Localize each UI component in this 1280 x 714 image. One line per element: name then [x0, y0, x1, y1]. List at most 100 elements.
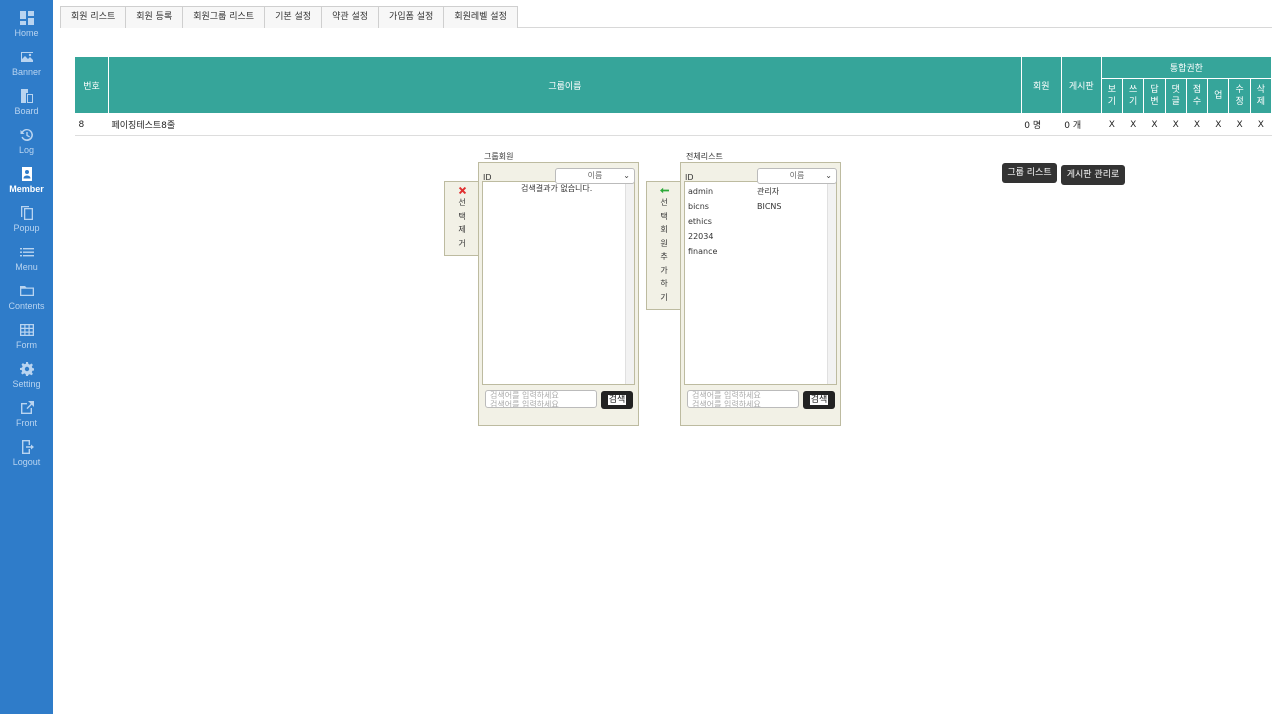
sidebar-item-log[interactable]: Log [0, 128, 53, 164]
header-permissions: 통합권한 [1100, 56, 1273, 79]
header-perm-comment: 댓글 [1164, 78, 1187, 114]
cell-group-name[interactable]: 페이징테스트8줄 [108, 113, 1022, 136]
cell-perm-comment: X [1165, 113, 1187, 136]
external-link-icon [20, 401, 34, 414]
cell-perm-edit: X [1228, 113, 1251, 136]
all-list-scrollbar[interactable] [827, 182, 836, 384]
sidebar-item-home[interactable]: Home [0, 11, 53, 47]
sidebar-item-label: Popup [13, 223, 40, 233]
sidebar-item-board[interactable]: Board [0, 89, 53, 125]
cell-board: 0 개 [1061, 113, 1102, 136]
cell-number: 8 [74, 113, 109, 136]
image-icon [20, 52, 33, 62]
sidebar-item-label: Log [18, 145, 35, 155]
list-icon [19, 248, 34, 257]
group-table: 번호 그룹이름 회원 게시판 통합권한 보기 쓰기 답변 댓글 점수 업 수정 … [74, 56, 1273, 136]
list-item-id[interactable]: 22034 [688, 232, 713, 241]
sidebar-item-label: Setting [12, 379, 41, 389]
header-perm-score: 점수 [1185, 78, 1209, 114]
sidebar-item-label: Home [14, 28, 39, 38]
sidebar-item-popup[interactable]: Popup [0, 206, 53, 242]
folder-icon [19, 286, 34, 296]
table-icon [19, 324, 34, 336]
list-item-name[interactable]: BICNS [757, 202, 782, 211]
header-perm-upload: 업 [1207, 78, 1230, 114]
list-item-id[interactable]: bicns [688, 202, 709, 211]
chevron-down-icon: ⌄ [825, 171, 832, 180]
group-members-search-button[interactable]: 검색 [601, 391, 633, 409]
add-selected-button[interactable]: 선택회원추가하기 [646, 181, 681, 310]
tab-bar: 회원 리스트 회원 등록 회원그룹 리스트 기본 설정 약관 설정 가입폼 설정… [60, 6, 518, 28]
all-list-list[interactable]: admin 관리자 bicns BICNS ethics 22034 finan… [684, 181, 837, 385]
group-members-field-select[interactable]: 이름 ⌄ [555, 168, 635, 184]
group-members-scrollbar[interactable] [625, 182, 634, 384]
all-list-title: 전체리스트 [686, 152, 723, 161]
all-list-search-input[interactable]: 검색어를 입력하세요 검색어를 입력하세요 [687, 390, 799, 408]
sidebar-item-form[interactable]: Form [0, 323, 53, 359]
select-value: 이름 [789, 171, 805, 180]
sidebar-item-label: Member [9, 184, 44, 194]
sidebar-item-member[interactable]: Member [0, 167, 53, 203]
header-perm-edit: 수정 [1228, 78, 1251, 114]
cell-perm-upload: X [1207, 113, 1229, 136]
close-icon [458, 186, 466, 195]
sidebar-item-front[interactable]: Front [0, 401, 53, 437]
sidebar-item-label: Form [16, 340, 37, 350]
tab-member-level-settings[interactable]: 회원레벨 설정 [443, 6, 518, 28]
list-item-id[interactable]: ethics [688, 217, 712, 226]
group-members-title: 그룹회원 [484, 152, 514, 161]
tab-member-register[interactable]: 회원 등록 [125, 6, 184, 28]
sidebar-item-label: Menu [15, 262, 38, 272]
sidebar: Home Banner Board Log Member Popup Menu … [0, 0, 53, 714]
group-members-panel: ID 검색결과가 없습니다. 이름 ⌄ 검색어를 입력하세요 검색어를 입력하세… [478, 162, 639, 426]
remove-selected-label: 선택제거 [458, 198, 466, 248]
header-perm-reply: 답변 [1143, 78, 1166, 114]
group-members-list[interactable]: 검색결과가 없습니다. [482, 181, 635, 385]
header-number: 번호 [74, 56, 109, 114]
header-group-name: 그룹이름 [108, 56, 1022, 114]
header-perm-write: 쓰기 [1122, 78, 1145, 114]
list-item-name[interactable]: 관리자 [757, 186, 779, 197]
board-icon [20, 89, 33, 103]
sidebar-item-label: Board [14, 106, 39, 116]
gear-icon [19, 362, 34, 376]
group-list-button[interactable]: 그룹 리스트 [1002, 163, 1057, 183]
tab-signup-form-settings[interactable]: 가입폼 설정 [378, 6, 445, 28]
tab-basic-settings[interactable]: 기본 설정 [264, 6, 323, 28]
logout-icon [21, 440, 34, 454]
cell-perm-reply: X [1143, 113, 1166, 136]
arrow-left-icon [659, 187, 669, 194]
sidebar-item-banner[interactable]: Banner [0, 50, 53, 86]
all-list-field-select[interactable]: 이름 ⌄ [757, 168, 837, 184]
sidebar-item-label: Banner [11, 67, 42, 77]
sidebar-item-logout[interactable]: Logout [0, 440, 53, 476]
cell-members: 0 명 [1021, 113, 1062, 136]
sidebar-item-setting[interactable]: Setting [0, 362, 53, 398]
empty-message: 검색결과가 없습니다. [521, 184, 593, 193]
all-list-search-button[interactable]: 검색 [803, 391, 835, 409]
cell-perm-write: X [1122, 113, 1144, 136]
add-selected-label: 선택회원추가하기 [660, 198, 668, 302]
board-manage-button[interactable]: 게시판 관리로 [1061, 165, 1125, 185]
header-perm-view: 보기 [1100, 78, 1124, 114]
tab-member-list[interactable]: 회원 리스트 [60, 6, 127, 28]
sidebar-item-label: Front [15, 418, 37, 428]
tab-terms-settings[interactable]: 약관 설정 [321, 6, 380, 28]
header-board: 게시판 [1060, 56, 1102, 114]
header-members: 회원 [1020, 56, 1062, 114]
chevron-down-icon: ⌄ [623, 171, 630, 180]
home-icon [19, 11, 34, 25]
sidebar-item-menu[interactable]: Menu [0, 245, 53, 281]
table-row[interactable]: 8 페이징테스트8줄 0 명 0 개 X X X X X X X X [74, 113, 1272, 136]
all-list-panel: ID admin 관리자 bicns BICNS ethics 22034 fi… [680, 162, 841, 426]
sidebar-item-label: Contents [8, 301, 45, 311]
list-item-id[interactable]: admin [688, 187, 713, 196]
sidebar-item-contents[interactable]: Contents [0, 284, 53, 320]
tab-member-group-list[interactable]: 회원그룹 리스트 [182, 6, 266, 28]
header-perm-delete: 삭제 [1249, 78, 1273, 114]
list-item-id[interactable]: finance [688, 247, 717, 256]
group-members-search-input[interactable]: 검색어를 입력하세요 검색어를 입력하세요 [485, 390, 597, 408]
cell-perm-delete: X [1250, 113, 1272, 136]
remove-selected-button[interactable]: 선택제거 [444, 181, 479, 256]
cell-perm-score: X [1186, 113, 1208, 136]
